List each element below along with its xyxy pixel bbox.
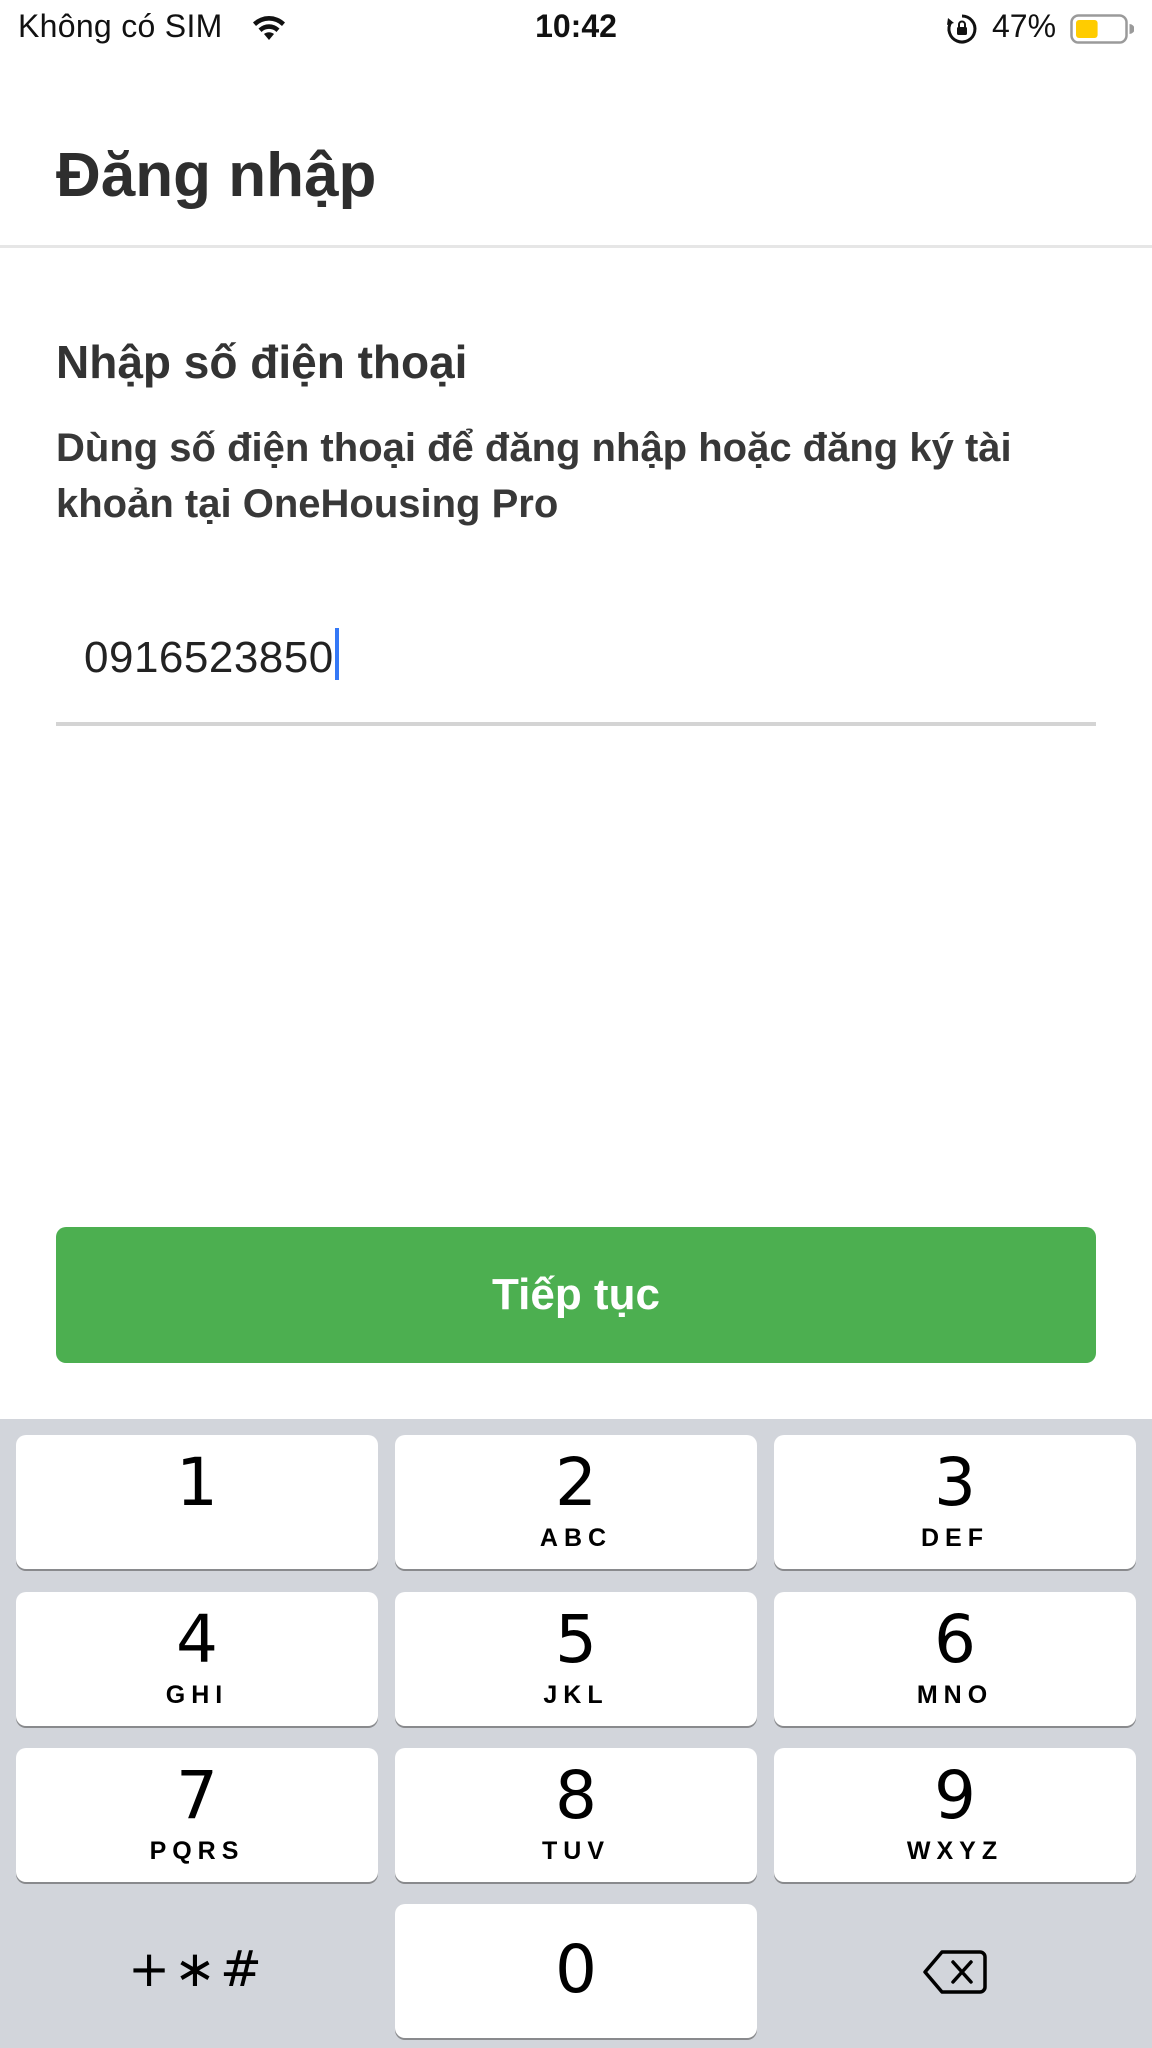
status-bar: Không có SIM 10:42 47% [0, 0, 1152, 60]
key-letters: JKL [543, 1681, 609, 1709]
key-4[interactable]: 4 GHI [16, 1592, 378, 1726]
key-digit: 2 [555, 1444, 597, 1521]
phone-number-text: 0916523850 [84, 633, 334, 682]
key-digit: 9 [934, 1757, 976, 1834]
section-title: Nhập số điện thoại [56, 336, 468, 388]
key-1[interactable]: 1 [16, 1435, 378, 1569]
header-divider [0, 245, 1152, 248]
symbols-label: +∗# [128, 1940, 266, 1998]
key-5[interactable]: 5 JKL [395, 1592, 757, 1726]
text-caret [334, 628, 339, 680]
phone-input[interactable]: 0916523850 [56, 610, 1096, 726]
key-letters: MNO [916, 1681, 994, 1709]
key-digit: 1 [176, 1444, 218, 1521]
numeric-keypad: 1 2 ABC 3 DEF 4 GHI 5 JKL 6 MNO 7 PQRS 8 [0, 1419, 1152, 2048]
key-digit: 3 [934, 1444, 976, 1521]
key-letters: DEF [921, 1524, 989, 1552]
key-digit: 7 [176, 1757, 218, 1834]
battery-percent: 47% [992, 8, 1057, 44]
key-digit: 5 [555, 1601, 597, 1678]
phone-input-value[interactable]: 0916523850 [84, 628, 339, 683]
key-8[interactable]: 8 TUV [395, 1748, 757, 1882]
key-letters: ABC [539, 1524, 613, 1552]
key-digit: 6 [934, 1601, 976, 1678]
backspace-icon [923, 1950, 987, 1994]
section-description: Dùng số điện thoại để đăng nhập hoặc đăn… [56, 426, 1012, 526]
key-9[interactable]: 9 WXYZ [774, 1748, 1136, 1882]
key-letters: WXYZ [906, 1837, 1004, 1865]
key-digit: 8 [555, 1757, 597, 1834]
key-letters: TUV [542, 1837, 610, 1865]
login-screen: Không có SIM 10:42 47% Đăng nhập Nhập số… [0, 0, 1152, 2048]
page-title: Đăng nhập [56, 141, 377, 210]
phone-input-underline [56, 722, 1096, 726]
symbols-key[interactable]: +∗# [16, 1904, 378, 2038]
key-letters: PQRS [149, 1837, 245, 1865]
key-0[interactable]: 0 [395, 1904, 757, 2038]
backspace-key[interactable] [774, 1904, 1136, 2038]
key-digit: 0 [555, 1931, 597, 2008]
continue-button[interactable]: Tiếp tục [56, 1227, 1096, 1363]
clock: 10:42 [535, 8, 617, 44]
key-letters: GHI [165, 1681, 229, 1709]
key-digit: 4 [176, 1601, 218, 1678]
key-3[interactable]: 3 DEF [774, 1435, 1136, 1569]
key-7[interactable]: 7 PQRS [16, 1748, 378, 1882]
orientation-lock-icon [947, 14, 977, 44]
key-6[interactable]: 6 MNO [774, 1592, 1136, 1726]
battery-icon [1070, 14, 1134, 44]
key-2[interactable]: 2 ABC [395, 1435, 757, 1569]
